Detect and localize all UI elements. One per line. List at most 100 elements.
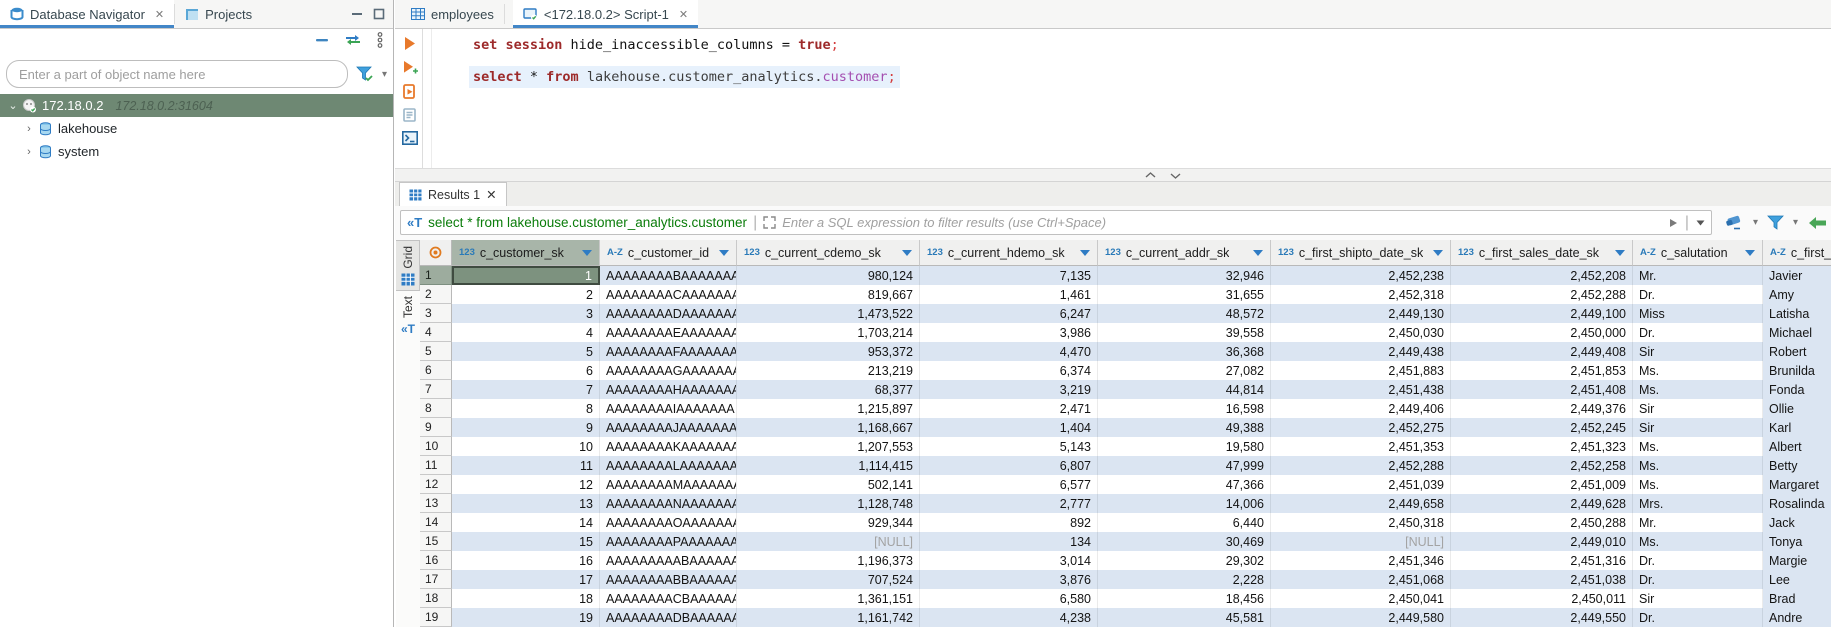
grid-cell[interactable]: Amy: [1763, 285, 1831, 304]
grid-cell[interactable]: Latisha: [1763, 304, 1831, 323]
grid-cell[interactable]: 4,238: [920, 608, 1098, 627]
grid-cell[interactable]: Lee: [1763, 570, 1831, 589]
grid-cell[interactable]: 36,368: [1098, 342, 1271, 361]
grid-cell[interactable]: 2,777: [920, 494, 1098, 513]
grid-cell[interactable]: 49,388: [1098, 418, 1271, 437]
grid-cell[interactable]: 1,128,748: [737, 494, 920, 513]
row-number[interactable]: 18: [420, 589, 452, 608]
grid-cell[interactable]: 953,372: [737, 342, 920, 361]
grid-cell[interactable]: 18: [452, 589, 600, 608]
grid-cell[interactable]: Ms.: [1633, 456, 1763, 475]
execute-script-icon[interactable]: [402, 84, 417, 99]
grid-cell[interactable]: 6,440: [1098, 513, 1271, 532]
grid-cell[interactable]: AAAAAAAADAAAAAAA: [600, 304, 737, 323]
row-number[interactable]: 6: [420, 361, 452, 380]
grid-cell[interactable]: 3,876: [920, 570, 1098, 589]
sort-dropdown-icon[interactable]: [902, 250, 912, 256]
grid-cell[interactable]: AAAAAAAABAAAAAAA: [600, 266, 737, 285]
grid-cell[interactable]: 2,449,408: [1451, 342, 1633, 361]
tab-results-1[interactable]: Results 1 ✕: [399, 182, 507, 206]
grid-cell[interactable]: 5,143: [920, 437, 1098, 456]
row-number[interactable]: 16: [420, 551, 452, 570]
tab-employees[interactable]: employees: [401, 0, 504, 28]
grid-cell[interactable]: AAAAAAAAHAAAAAAA: [600, 380, 737, 399]
column-header-c_current_cdemo_sk[interactable]: 123c_current_cdemo_sk: [737, 240, 920, 266]
grid-cell[interactable]: 19: [452, 608, 600, 627]
grid-cell[interactable]: 2,228: [1098, 570, 1271, 589]
grid-cell[interactable]: 2,451,009: [1451, 475, 1633, 494]
grid-cell[interactable]: Dr.: [1633, 551, 1763, 570]
grid-cell[interactable]: Brad: [1763, 589, 1831, 608]
sort-dropdown-icon[interactable]: [1080, 250, 1090, 256]
grid-cell[interactable]: AAAAAAAADBAAAAAA: [600, 608, 737, 627]
grid-cell[interactable]: Margie: [1763, 551, 1831, 570]
execute-new-tab-icon[interactable]: [402, 60, 418, 75]
grid-cell[interactable]: 1,207,553: [737, 437, 920, 456]
grid-cell[interactable]: 2,450,011: [1451, 589, 1633, 608]
grid-cell[interactable]: 6: [452, 361, 600, 380]
grid-cell[interactable]: 980,124: [737, 266, 920, 285]
minimize-icon[interactable]: [351, 8, 363, 20]
row-number[interactable]: 7: [420, 380, 452, 399]
grid-cell[interactable]: Dr.: [1633, 570, 1763, 589]
grid-cell[interactable]: AAAAAAAAABAAAAAA: [600, 551, 737, 570]
grid-cell[interactable]: 9: [452, 418, 600, 437]
grid-cell[interactable]: Ms.: [1633, 361, 1763, 380]
row-number[interactable]: 19: [420, 608, 452, 627]
collapse-all-icon[interactable]: [315, 36, 329, 44]
tree-item-lakehouse[interactable]: › lakehouse: [0, 117, 393, 140]
grid-cell[interactable]: 213,219: [737, 361, 920, 380]
grid-cell[interactable]: 2,451,883: [1271, 361, 1451, 380]
grid-cell[interactable]: 134: [920, 532, 1098, 551]
link-with-editor-icon[interactable]: [345, 34, 361, 46]
grid-cell[interactable]: 2,449,376: [1451, 399, 1633, 418]
grid-cell[interactable]: Rosalinda: [1763, 494, 1831, 513]
grid-cell[interactable]: Betty: [1763, 456, 1831, 475]
column-header-c_customer_id[interactable]: A-Zc_customer_id: [600, 240, 737, 266]
grid-cell[interactable]: Mr.: [1633, 513, 1763, 532]
grid-cell[interactable]: 31,655: [1098, 285, 1271, 304]
explain-plan-icon[interactable]: [402, 108, 417, 122]
grid-cell[interactable]: 2,451,346: [1271, 551, 1451, 570]
side-tab-text[interactable]: Text «T: [396, 291, 420, 340]
object-filter-input[interactable]: [6, 60, 348, 88]
grid-cell[interactable]: 30,469: [1098, 532, 1271, 551]
grid-cell[interactable]: 47,999: [1098, 456, 1271, 475]
sort-dropdown-icon[interactable]: [1615, 250, 1625, 256]
grid-cell[interactable]: AAAAAAAAEAAAAAAA: [600, 323, 737, 342]
grid-cell[interactable]: 29,302: [1098, 551, 1271, 570]
grid-cell[interactable]: 2,449,406: [1271, 399, 1451, 418]
grid-cell[interactable]: 16,598: [1098, 399, 1271, 418]
grid-cell[interactable]: 6,577: [920, 475, 1098, 494]
close-icon[interactable]: ✕: [486, 187, 496, 202]
sort-dropdown-icon[interactable]: [1745, 250, 1755, 256]
splitter-handle[interactable]: [1145, 169, 1181, 181]
grid-cell[interactable]: 14: [452, 513, 600, 532]
grid-cell[interactable]: 18,456: [1098, 589, 1271, 608]
grid-cell[interactable]: 2,449,658: [1271, 494, 1451, 513]
grid-cell[interactable]: 2,449,550: [1451, 608, 1633, 627]
close-icon[interactable]: ✕: [679, 8, 688, 21]
row-number[interactable]: 4: [420, 323, 452, 342]
grid-cell[interactable]: 2,451,323: [1451, 437, 1633, 456]
grid-cell[interactable]: [NULL]: [737, 532, 920, 551]
row-number[interactable]: 10: [420, 437, 452, 456]
side-tab-grid[interactable]: Grid: [396, 240, 420, 291]
row-number[interactable]: 12: [420, 475, 452, 494]
grid-cell[interactable]: Tonya: [1763, 532, 1831, 551]
grid-cell[interactable]: 15: [452, 532, 600, 551]
column-header-c_first_sales_date_sk[interactable]: 123c_first_sales_date_sk: [1451, 240, 1633, 266]
grid-cell[interactable]: 47,366: [1098, 475, 1271, 494]
grid-cell[interactable]: 10: [452, 437, 600, 456]
grid-cell[interactable]: Margaret: [1763, 475, 1831, 494]
grid-cell[interactable]: 1,404: [920, 418, 1098, 437]
grid-cell[interactable]: 4,470: [920, 342, 1098, 361]
grid-cell[interactable]: 16: [452, 551, 600, 570]
grid-cell[interactable]: AAAAAAAAJAAAAAAA: [600, 418, 737, 437]
grid-cell[interactable]: 7,135: [920, 266, 1098, 285]
chevron-down-icon[interactable]: ▾: [1793, 217, 1798, 228]
sql-line-1[interactable]: set session hide_inaccessible_columns = …: [469, 34, 843, 56]
grid-cell[interactable]: 11: [452, 456, 600, 475]
grid-cell[interactable]: 27,082: [1098, 361, 1271, 380]
grid-cell[interactable]: 2,452,318: [1271, 285, 1451, 304]
